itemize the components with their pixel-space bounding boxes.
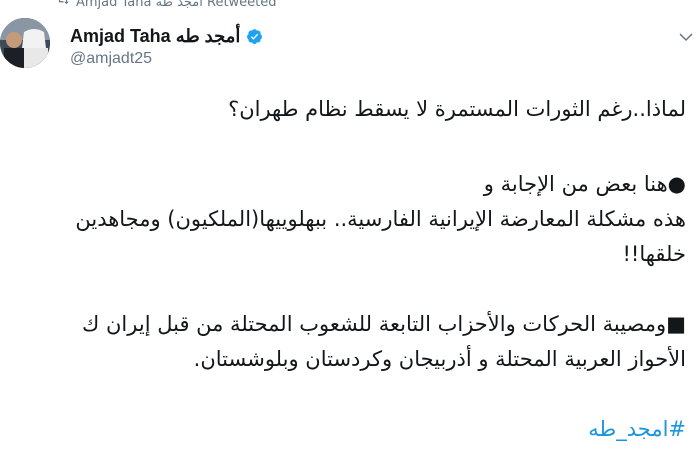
- tweet-line: لماذا..رغم الثورات المستمرة لا يسقط نظام…: [228, 97, 686, 121]
- tweet-text: لماذا..رغم الثورات المستمرة لا يسقط نظام…: [20, 92, 686, 447]
- author-handle[interactable]: @amjadt25: [70, 50, 263, 68]
- author-block[interactable]: Amjad Taha أمجد طه @amjadt25: [70, 24, 263, 68]
- tweet-line: هذه مشكلة المعارضة الإيرانية الفارسية.. …: [75, 207, 686, 231]
- retweet-label: Amjad Taha أمجد طه Retweeted: [76, 0, 277, 10]
- hashtag-link[interactable]: #امجد_طه: [20, 412, 686, 447]
- tweet-line: ■ومصيبة الحركات والأحزاب التابعة للشعوب …: [82, 312, 686, 336]
- retweet-icon: [56, 0, 70, 11]
- verified-badge-icon: [246, 28, 263, 45]
- tweet-line: ●هنا بعض من الإجابة و: [483, 172, 686, 196]
- chevron-down-icon[interactable]: [674, 28, 698, 46]
- author-name[interactable]: Amjad Taha أمجد طه: [70, 26, 240, 47]
- tweet-line: الأحواز العربية المحتلة و أذربيجان وكردس…: [193, 347, 686, 371]
- tweet-line: خلقها!!: [622, 242, 686, 266]
- avatar[interactable]: [0, 18, 50, 68]
- retweet-indicator: Amjad Taha أمجد طه Retweeted: [56, 0, 277, 12]
